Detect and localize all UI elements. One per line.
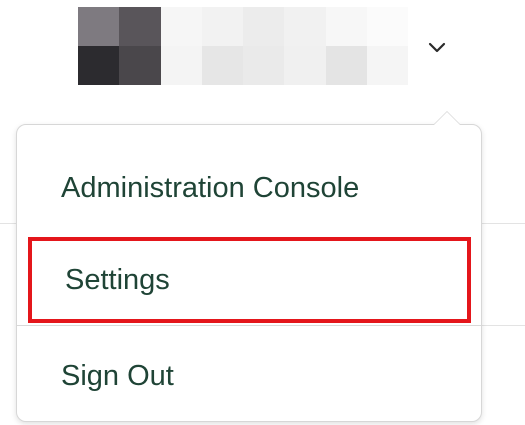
menu-item-label: Administration Console <box>61 171 360 204</box>
avatar-pixel <box>201 46 243 85</box>
avatar-pixel <box>243 7 285 46</box>
avatar-pixel <box>366 46 408 85</box>
menu-item-sign-out[interactable]: Sign Out <box>17 341 481 411</box>
menu-caret <box>433 111 461 125</box>
avatar-pixel <box>284 7 326 46</box>
avatar-pixel <box>243 46 285 85</box>
user-dropdown-menu: Administration Console Settings Sign Out <box>16 111 482 422</box>
avatar-pixel <box>119 7 161 46</box>
avatar-pixel <box>160 7 202 46</box>
background-divider <box>482 223 525 224</box>
avatar-pixel <box>325 7 367 46</box>
avatar-pixel <box>284 46 326 85</box>
avatar-pixel <box>78 46 120 85</box>
avatar-pixel <box>201 7 243 46</box>
avatar-pixel <box>78 7 120 46</box>
menu-item-settings[interactable]: Settings <box>28 237 471 323</box>
avatar-pixel <box>325 46 367 85</box>
avatar-pixel <box>160 46 202 85</box>
chevron-down-icon <box>428 40 446 58</box>
background-divider <box>482 325 525 326</box>
background-divider <box>0 223 16 224</box>
avatar-pixel <box>119 46 161 85</box>
avatar-pixel <box>366 7 408 46</box>
menu-item-label: Sign Out <box>61 359 174 392</box>
user-menu-toggle[interactable] <box>423 38 451 60</box>
menu-item-administration-console[interactable]: Administration Console <box>17 153 481 223</box>
menu-item-label: Settings <box>65 263 170 296</box>
avatar[interactable] <box>78 7 408 85</box>
menu-divider <box>17 325 481 326</box>
